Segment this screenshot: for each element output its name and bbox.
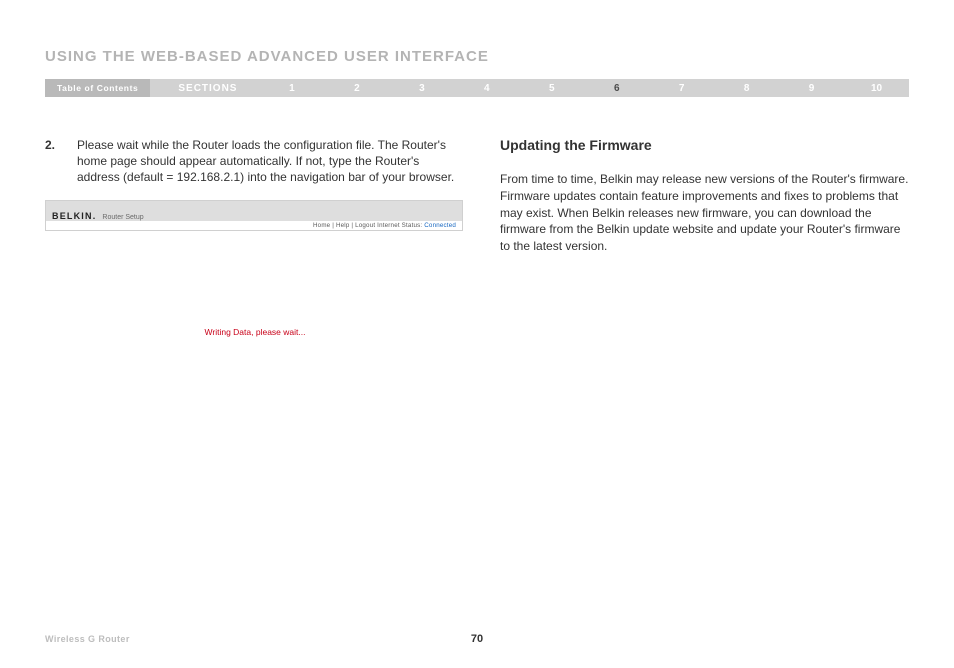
step-item: 2. Please wait while the Router loads th… [45,137,465,186]
section-nav-bar: Table of Contents SECTIONS 1 2 3 4 5 6 7… [45,79,909,97]
section-link-4[interactable]: 4 [454,83,519,94]
manual-page: USING THE WEB-BASED ADVANCED USER INTERF… [0,0,954,668]
section-link-1[interactable]: 1 [259,83,324,94]
section-link-7[interactable]: 7 [649,83,714,94]
section-link-10[interactable]: 10 [844,83,909,94]
section-link-2[interactable]: 2 [324,83,389,94]
mock-brand-sub: Router Setup [102,214,143,221]
content-columns: 2. Please wait while the Router loads th… [45,137,909,337]
left-column: 2. Please wait while the Router loads th… [45,137,465,337]
mock-loading-message: Writing Data, please wait... [45,327,465,337]
mock-connection-status: Connected [424,222,456,229]
step-body-text: Please wait while the Router loads the c… [77,137,465,186]
page-footer: Wireless G Router 70 [45,634,909,644]
updating-firmware-heading: Updating the Firmware [500,137,909,153]
mock-header-bar: BELKIN. Router Setup [46,201,462,221]
toc-link[interactable]: Table of Contents [45,79,150,97]
mock-nav-links: Home | Help | Logout Internet Status: [313,222,422,229]
page-title: USING THE WEB-BASED ADVANCED USER INTERF… [45,48,909,65]
router-setup-screenshot: BELKIN. Router Setup Home | Help | Logou… [45,200,463,231]
sections-label: SECTIONS [150,83,259,94]
mock-status-bar: Home | Help | Logout Internet Status: Co… [46,221,462,230]
mock-brand-block: BELKIN. Router Setup [52,211,144,221]
right-column: Updating the Firmware From time to time,… [500,137,909,337]
footer-product-name: Wireless G Router [45,634,130,644]
section-link-9[interactable]: 9 [779,83,844,94]
section-link-6[interactable]: 6 [584,83,649,94]
footer-page-number: 70 [471,633,483,645]
section-link-8[interactable]: 8 [714,83,779,94]
step-number: 2. [45,137,77,186]
updating-firmware-body: From time to time, Belkin may release ne… [500,171,909,255]
section-link-3[interactable]: 3 [389,83,454,94]
section-link-5[interactable]: 5 [519,83,584,94]
mock-brand-name: BELKIN. [52,211,96,221]
